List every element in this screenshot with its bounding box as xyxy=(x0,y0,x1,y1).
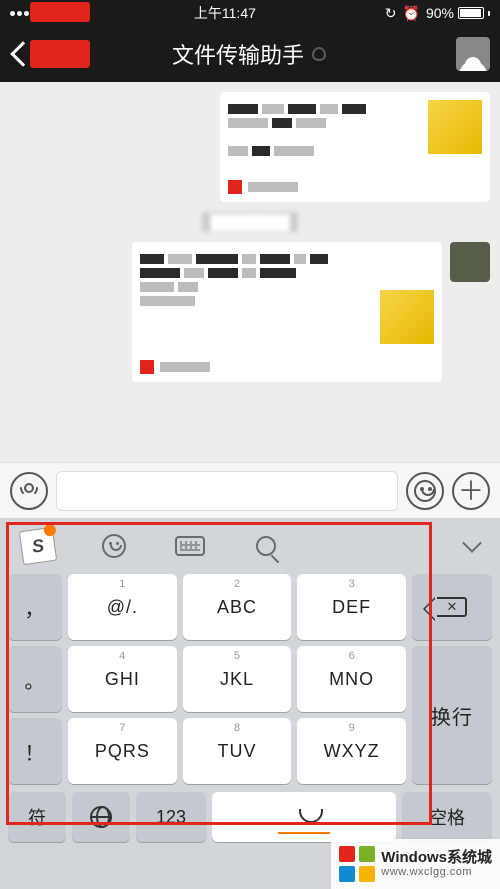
key-number: 4 xyxy=(119,650,125,662)
status-bar: 上午11:47 ↻ ⏰ 90% xyxy=(0,0,500,26)
key-label: ABC xyxy=(217,597,257,618)
key-number: 3 xyxy=(349,578,355,590)
message-row xyxy=(10,242,490,382)
key-label: 。 xyxy=(25,665,46,694)
link-thumbnail xyxy=(428,100,482,154)
key-newline[interactable]: 换行 xyxy=(412,646,492,784)
keyboard: S ， 1 @/. 2 ABC 3 DEF ✕ 。 4 GHI xyxy=(0,518,500,889)
key-label: PQRS xyxy=(95,741,150,762)
key-space-voice[interactable] xyxy=(212,792,396,842)
chat-title: 文件传输助手 xyxy=(172,38,326,70)
key-numeric-mode[interactable]: 123 xyxy=(136,792,206,842)
chat-title-text: 文件传输助手 xyxy=(172,38,304,70)
alarm-icon: ⏰ xyxy=(403,5,420,22)
key-5[interactable]: 5 JKL xyxy=(183,646,292,712)
key-label: GHI xyxy=(105,669,140,690)
key-label: ， xyxy=(25,593,46,622)
emoji-button[interactable] xyxy=(406,472,444,510)
key-number: 2 xyxy=(234,578,240,590)
key-symbol-mode[interactable]: 符 xyxy=(8,792,66,842)
key-3[interactable]: 3 DEF xyxy=(297,574,406,640)
key-1[interactable]: 1 @/. xyxy=(68,574,177,640)
key-comma[interactable]: ， xyxy=(8,574,62,640)
keyboard-search-button[interactable] xyxy=(240,526,292,566)
message-row xyxy=(10,92,490,202)
smile-icon xyxy=(414,480,436,502)
sogou-icon: S xyxy=(19,527,57,565)
key-label: @/. xyxy=(107,597,138,618)
keyboard-layout-button[interactable] xyxy=(164,526,216,566)
key-label: 符 xyxy=(28,804,46,830)
key-label: 换行 xyxy=(431,701,473,730)
key-exclaim[interactable]: ！ xyxy=(8,718,62,784)
key-4[interactable]: 4 GHI xyxy=(68,646,177,712)
key-label: TUV xyxy=(217,741,256,762)
watermark-url: www.wxclgg.com xyxy=(381,866,492,878)
chat-scroll-area[interactable]: ████████ xyxy=(0,82,500,462)
more-button[interactable]: ＋ xyxy=(452,472,490,510)
message-input[interactable] xyxy=(56,471,398,511)
key-label: JKL xyxy=(220,669,254,690)
keyboard-emoji-button[interactable] xyxy=(88,526,140,566)
key-number: 5 xyxy=(234,650,240,662)
backspace-icon: ✕ xyxy=(437,597,467,617)
smile-icon xyxy=(102,534,126,558)
plus-icon: ＋ xyxy=(458,478,484,504)
voice-underline xyxy=(278,832,330,834)
key-label: MNO xyxy=(329,669,374,690)
key-label: WXYZ xyxy=(324,741,380,762)
contact-avatar-button[interactable] xyxy=(456,37,490,71)
watermark-title: Windows系统城 xyxy=(381,850,492,867)
key-9[interactable]: 9 WXYZ xyxy=(297,718,406,784)
orientation-lock-icon: ↻ xyxy=(385,5,397,22)
message-bubble[interactable] xyxy=(132,242,442,382)
key-label: ！ xyxy=(25,737,46,766)
key-number: 7 xyxy=(119,722,125,734)
voice-input-button[interactable] xyxy=(10,472,48,510)
key-number: 8 xyxy=(234,722,240,734)
favicon-mark xyxy=(140,360,154,374)
key-number: 1 xyxy=(119,578,125,590)
ime-logo-button[interactable]: S xyxy=(12,526,64,566)
search-icon xyxy=(256,536,276,556)
message-bubble[interactable] xyxy=(220,92,490,202)
status-time: 上午11:47 xyxy=(194,3,256,23)
key-8[interactable]: 8 TUV xyxy=(183,718,292,784)
key-backspace[interactable]: ✕ xyxy=(412,574,492,640)
key-label: 空格 xyxy=(429,804,465,830)
key-label: DEF xyxy=(332,597,371,618)
sender-avatar[interactable] xyxy=(450,242,490,282)
key-label: 123 xyxy=(156,807,186,828)
key-space[interactable]: 空格 xyxy=(402,792,492,842)
watermark: Windows系统城 www.wxclgg.com xyxy=(331,839,500,889)
favicon-mark xyxy=(228,180,242,194)
windows-logo-icon xyxy=(339,846,375,882)
navigation-bar: 文件传输助手 xyxy=(0,26,500,82)
link-thumbnail xyxy=(380,290,434,344)
key-globe[interactable] xyxy=(72,792,130,842)
keyboard-toolbar: S xyxy=(0,522,500,570)
keyboard-icon xyxy=(175,536,205,556)
redaction-block xyxy=(30,40,90,68)
chevron-down-icon xyxy=(462,533,482,553)
key-number: 9 xyxy=(349,722,355,734)
redaction-block xyxy=(30,2,90,22)
battery-pct: 90% xyxy=(426,5,454,21)
earpiece-icon xyxy=(312,47,326,61)
message-timestamp: ████████ xyxy=(0,212,500,232)
key-7[interactable]: 7 PQRS xyxy=(68,718,177,784)
input-toolbar: ＋ xyxy=(0,462,500,518)
battery-indicator: 90% xyxy=(426,5,490,21)
key-2[interactable]: 2 ABC xyxy=(183,574,292,640)
key-period[interactable]: 。 xyxy=(8,646,62,712)
globe-icon xyxy=(90,806,112,828)
voice-icon xyxy=(17,476,41,505)
collapse-keyboard-button[interactable] xyxy=(452,531,492,561)
key-6[interactable]: 6 MNO xyxy=(297,646,406,712)
key-number: 6 xyxy=(349,650,355,662)
